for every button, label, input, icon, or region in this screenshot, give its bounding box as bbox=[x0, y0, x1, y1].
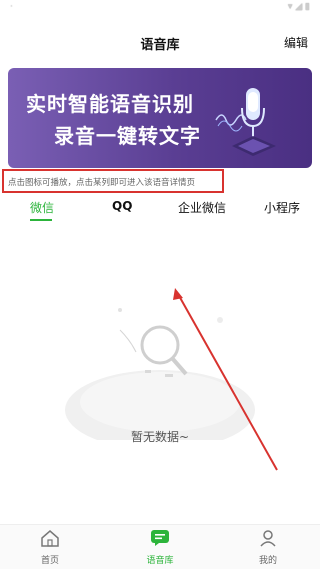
tab-qq[interactable]: QQ bbox=[112, 199, 132, 213]
nav-home-label: 首页 bbox=[40, 556, 59, 566]
status-bar: · ▾ ◢ ▮ bbox=[0, 0, 320, 16]
bottom-nav: 首页 语音库 我的 bbox=[0, 524, 320, 569]
banner-line-2: 录音一键转文字 bbox=[54, 124, 201, 148]
active-tab-indicator bbox=[30, 219, 52, 221]
nav-voice-library[interactable]: 语音库 bbox=[120, 529, 200, 566]
empty-state-illustration bbox=[65, 308, 255, 440]
promo-banner[interactable]: 实时智能语音识别 录音一键转文字 bbox=[8, 68, 312, 168]
voice-library-icon bbox=[151, 530, 169, 546]
nav-home[interactable]: 首页 bbox=[10, 529, 90, 566]
status-icons: ▾ ◢ ▮ bbox=[287, 2, 310, 12]
empty-state-text: 暂无数据~ bbox=[130, 430, 190, 444]
microphone-icon bbox=[215, 88, 276, 156]
status-time: · bbox=[10, 2, 13, 12]
nav-profile-label: 我的 bbox=[258, 556, 277, 566]
header: 语音库 编辑 bbox=[0, 16, 320, 68]
tab-mini-program[interactable]: 小程序 bbox=[264, 199, 300, 216]
banner-line-1: 实时智能语音识别 bbox=[26, 92, 194, 116]
home-icon bbox=[41, 530, 59, 547]
profile-icon bbox=[260, 530, 276, 547]
annotation-highlight-box: 点击图标可播放，点击某列即可进入该语音详情页 bbox=[2, 169, 224, 193]
hint-text: 点击图标可播放，点击某列即可进入该语音详情页 bbox=[8, 178, 196, 188]
source-tabs: 微信 QQ 企业微信 小程序 bbox=[0, 195, 320, 225]
tab-enterprise-wechat[interactable]: 企业微信 bbox=[178, 199, 226, 216]
tab-wechat[interactable]: 微信 bbox=[30, 199, 54, 216]
edit-button[interactable]: 编辑 bbox=[284, 34, 308, 51]
page-title: 语音库 bbox=[140, 38, 180, 53]
nav-voice-library-label: 语音库 bbox=[146, 556, 174, 566]
nav-profile[interactable]: 我的 bbox=[228, 529, 308, 566]
